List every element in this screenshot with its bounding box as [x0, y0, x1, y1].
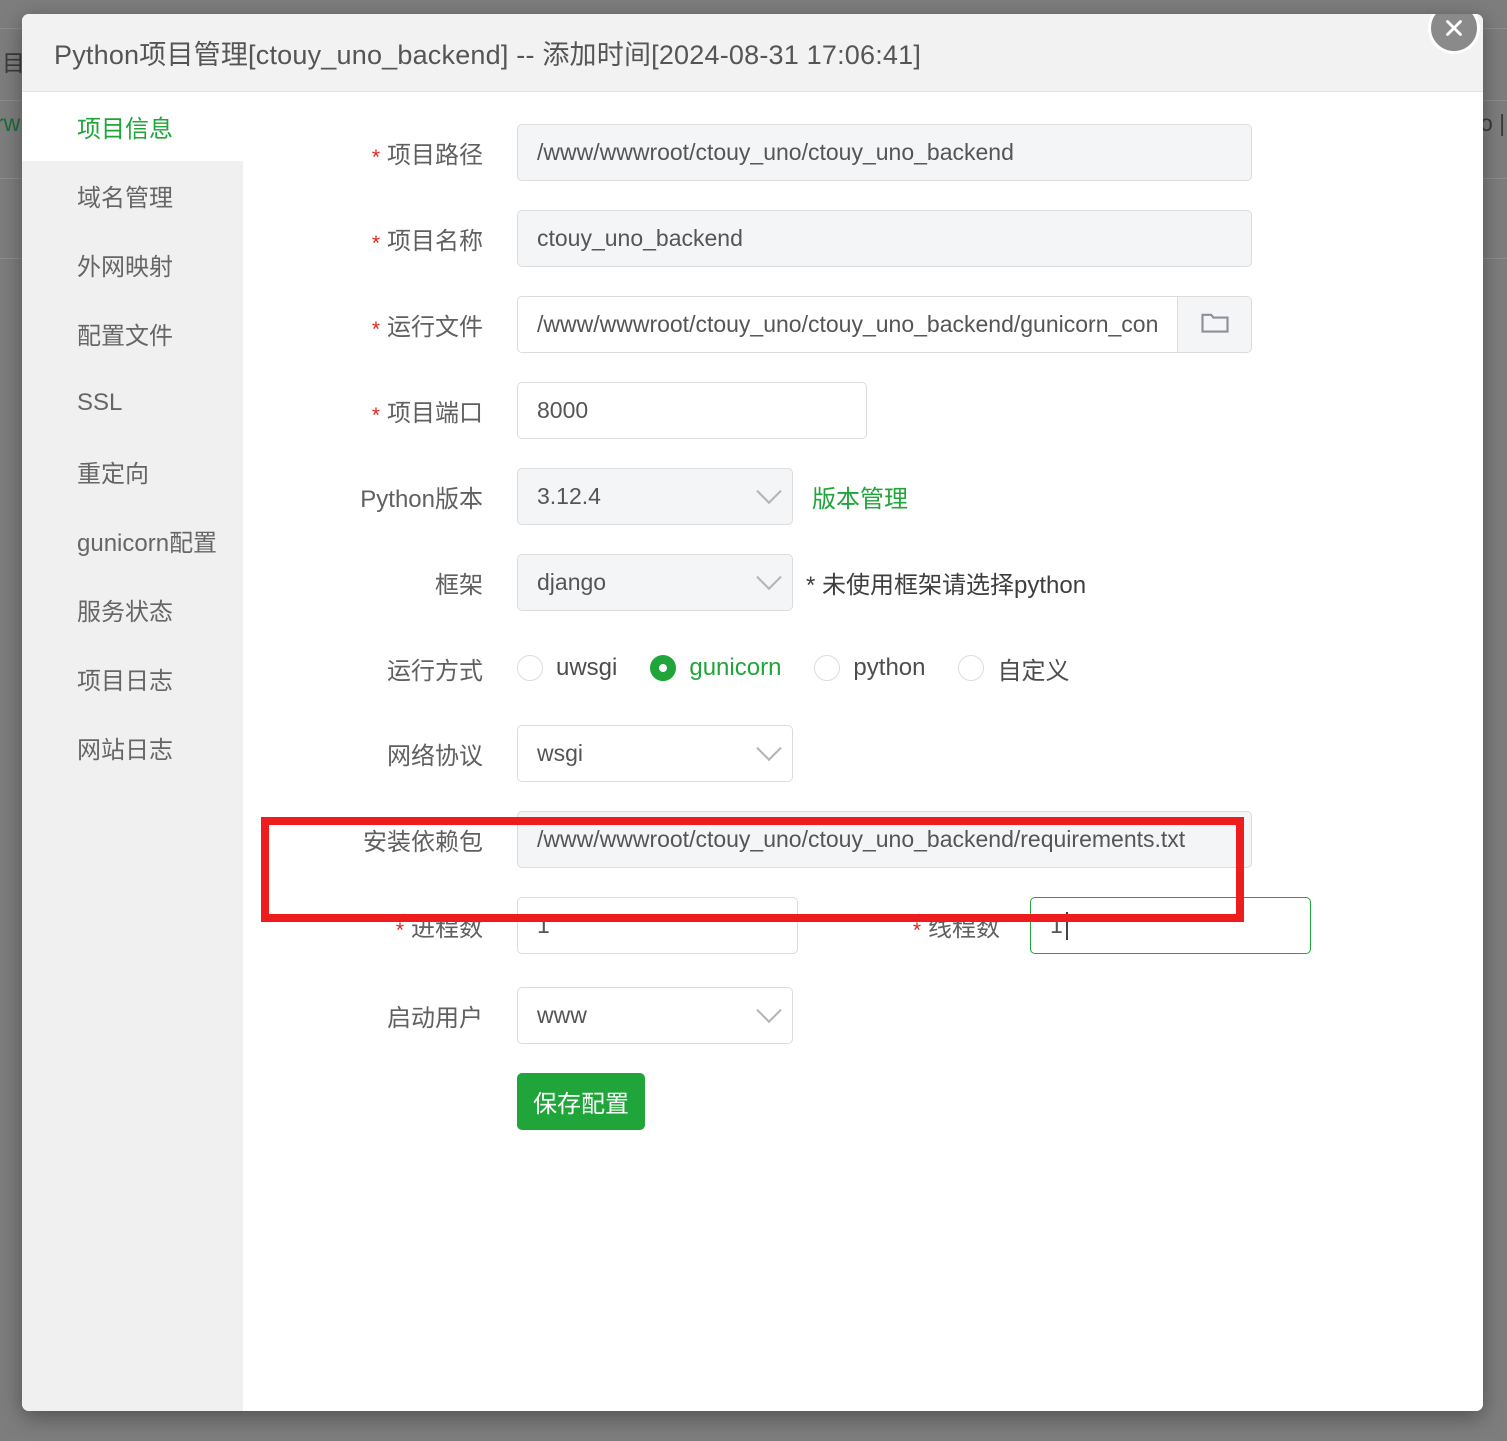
project-info-form: * 项目路径 /www/wwwroot/ctouy_uno/ctouy_uno_b…: [243, 92, 1483, 1411]
required-marker: *: [371, 146, 380, 169]
form-row-project-path: * 项目路径 /www/wwwroot/ctouy_uno/ctouy_uno_b…: [243, 124, 1483, 181]
run-user-value: www: [537, 1002, 587, 1028]
process-count-input[interactable]: 1: [517, 897, 798, 954]
radio-run-mode-custom[interactable]: 自定义: [958, 651, 1069, 686]
project-path-label: * 项目路径: [371, 142, 483, 169]
form-row-framework: 框架 django * 未使用框架请选择python: [243, 554, 1483, 611]
backdrop-text-fragment: o |: [1480, 110, 1506, 136]
run-file-label: * 运行文件: [371, 314, 483, 341]
run-file-input[interactable]: /www/wwwroot/ctouy_uno/ctouy_uno_backend…: [517, 296, 1178, 353]
sidebar-item-project-info[interactable]: 项目信息: [22, 92, 243, 161]
radio-label: python: [853, 654, 926, 681]
required-marker: *: [371, 404, 380, 427]
form-row-save: 保存配置: [243, 1073, 1483, 1130]
run-user-select[interactable]: www: [517, 987, 793, 1044]
required-marker: *: [371, 318, 380, 341]
framework-select[interactable]: django: [517, 554, 793, 611]
backdrop-text-fragment: rw: [0, 110, 21, 136]
project-management-dialog: Python项目管理[ctouy_uno_backend] -- 添加时间[20…: [22, 14, 1483, 1411]
chevron-down-icon: [756, 478, 782, 504]
run-mode-radio-group: uwsgi gunicorn python 自定义: [517, 651, 1102, 686]
sidebar-item-label: SSL: [77, 388, 123, 416]
dialog-title: Python项目管理[ctouy_uno_backend] -- 添加时间[20…: [54, 40, 922, 70]
sidebar-item-service-status[interactable]: 服务状态: [22, 575, 243, 644]
framework-value: django: [537, 569, 607, 595]
version-management-link[interactable]: 版本管理: [812, 479, 908, 514]
project-name-input[interactable]: ctouy_uno_backend: [517, 210, 1252, 267]
form-row-run-mode: 运行方式 uwsgi gunicorn python 自定义: [243, 640, 1483, 696]
radio-label: uwsgi: [556, 654, 618, 681]
requirements-label: 安装依赖包: [363, 829, 483, 856]
text-cursor: [1065, 911, 1068, 940]
dialog-body: 项目信息 域名管理 外网映射 配置文件 SSL 重定向 gunicorn配置 服…: [22, 92, 1483, 1411]
run-user-label: 启动用户: [387, 1005, 483, 1032]
browse-file-button[interactable]: [1178, 296, 1252, 353]
python-version-value: 3.12.4: [537, 483, 601, 509]
required-marker: *: [371, 232, 380, 255]
framework-label: 框架: [435, 572, 483, 599]
project-port-label: * 项目端口: [371, 400, 483, 427]
folder-icon: [1200, 309, 1230, 340]
network-protocol-select[interactable]: wsgi: [517, 725, 793, 782]
radio-run-mode-gunicorn[interactable]: gunicorn: [650, 654, 781, 682]
project-name-label: * 项目名称: [371, 228, 483, 255]
form-row-project-port: * 项目端口 8000: [243, 382, 1483, 439]
requirements-input[interactable]: /www/wwwroot/ctouy_uno/ctouy_uno_backend…: [517, 811, 1252, 868]
framework-note: * 未使用框架请选择python: [806, 572, 1087, 599]
radio-label: 自定义: [997, 657, 1070, 685]
form-row-run-file: * 运行文件 /www/wwwroot/ctouy_uno/ctouy_uno_b…: [243, 296, 1483, 353]
radio-run-mode-uwsgi[interactable]: uwsgi: [517, 654, 617, 682]
radio-icon: [517, 655, 543, 681]
radio-label: gunicorn: [689, 654, 782, 681]
chevron-down-icon: [756, 735, 782, 761]
sidebar-item-project-log[interactable]: 项目日志: [22, 644, 243, 713]
form-row-run-user: 启动用户 www: [243, 987, 1483, 1044]
sidebar-item-label: 外网映射: [77, 254, 173, 281]
python-version-select[interactable]: 3.12.4: [517, 468, 793, 525]
dialog-header: Python项目管理[ctouy_uno_backend] -- 添加时间[20…: [22, 14, 1483, 92]
thread-count-label: * 线程数: [912, 915, 1000, 942]
form-row-requirements: 安装依赖包 /www/wwwroot/ctouy_uno/ctouy_uno_b…: [243, 811, 1483, 868]
project-path-input[interactable]: /www/wwwroot/ctouy_uno/ctouy_uno_backend: [517, 124, 1252, 181]
sidebar-item-redirect[interactable]: 重定向: [22, 437, 243, 506]
sidebar-item-gunicorn-config[interactable]: gunicorn配置: [22, 506, 243, 575]
process-count-label: * 进程数: [395, 915, 483, 942]
sidebar-item-domain-management[interactable]: 域名管理: [22, 161, 243, 230]
python-version-label: Python版本: [360, 486, 483, 513]
radio-icon: [814, 655, 841, 681]
sidebar-item-label: 重定向: [77, 461, 149, 488]
network-protocol-value: wsgi: [537, 740, 584, 766]
radio-run-mode-python[interactable]: python: [814, 654, 925, 682]
sidebar-item-label: 服务状态: [77, 599, 173, 626]
radio-icon-selected: [650, 655, 677, 681]
sidebar-item-ssl[interactable]: SSL: [22, 368, 243, 437]
run-file-field-group: /www/wwwroot/ctouy_uno/ctouy_uno_backend…: [517, 296, 1252, 353]
sidebar-item-label: 配置文件: [77, 323, 173, 350]
thread-count-value: 1: [1050, 912, 1063, 938]
sidebar-item-label: gunicorn配置: [77, 530, 218, 557]
project-port-input[interactable]: 8000: [517, 382, 867, 439]
radio-icon: [958, 655, 985, 681]
thread-count-input[interactable]: 1: [1030, 897, 1311, 954]
form-row-network-protocol: 网络协议 wsgi: [243, 725, 1483, 782]
required-marker: *: [395, 919, 404, 942]
sidebar-item-label: 网站日志: [77, 737, 173, 764]
chevron-down-icon: [756, 997, 782, 1023]
form-row-project-name: * 项目名称 ctouy_uno_backend: [243, 210, 1483, 267]
sidebar-item-label: 域名管理: [77, 185, 173, 212]
form-row-process-thread: * 进程数 1 * 线程数 1: [243, 897, 1483, 954]
chevron-down-icon: [756, 564, 782, 590]
save-config-button[interactable]: 保存配置: [517, 1073, 645, 1130]
network-protocol-label: 网络协议: [387, 743, 483, 770]
run-mode-label: 运行方式: [387, 657, 483, 685]
required-marker: *: [912, 919, 921, 942]
sidebar-tabs: 项目信息 域名管理 外网映射 配置文件 SSL 重定向 gunicorn配置 服…: [22, 92, 243, 1411]
sidebar-item-label: 项目日志: [77, 668, 173, 695]
sidebar-item-site-log[interactable]: 网站日志: [22, 713, 243, 782]
form-row-python-version: Python版本 3.12.4 版本管理: [243, 468, 1483, 525]
sidebar-item-external-mapping[interactable]: 外网映射: [22, 230, 243, 299]
close-icon: [1441, 15, 1467, 41]
sidebar-item-label: 项目信息: [77, 116, 173, 143]
sidebar-item-config-file[interactable]: 配置文件: [22, 299, 243, 368]
